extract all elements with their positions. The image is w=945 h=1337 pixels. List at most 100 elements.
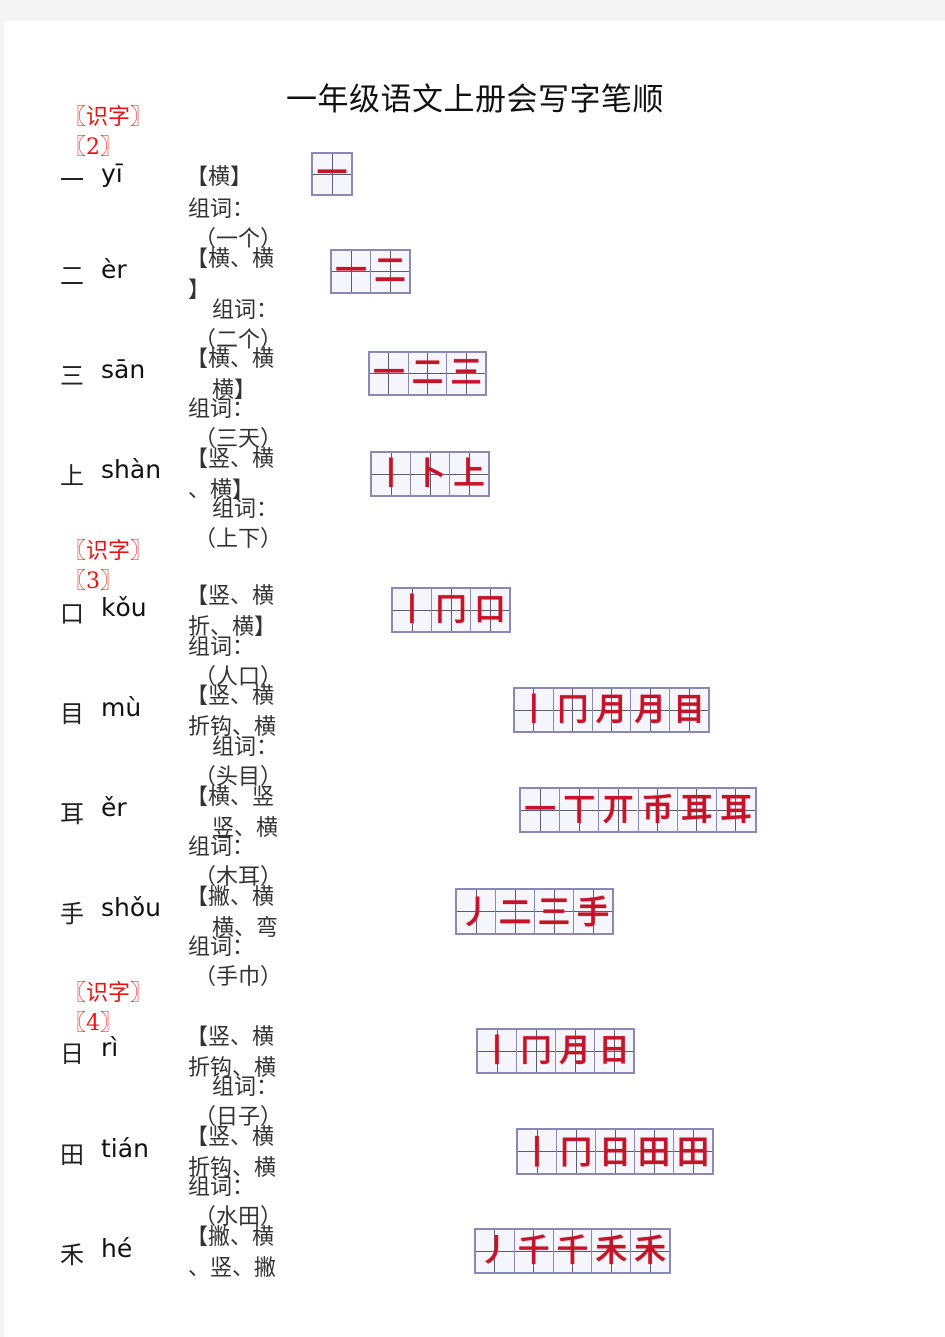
stroke-step-cell: 丿 [476,1230,515,1272]
stroke-step-glyph: 千 [556,1232,588,1269]
stroke-step-glyph: 冂 [559,1132,592,1171]
stroke-step-glyph: 耳 [681,791,713,828]
stroke-step-cell: 一 [521,789,561,831]
stroke-step-cell: 一 [332,251,371,292]
stroke-order-grid: 丨冂日田田 [516,1128,714,1175]
stroke-step-cell: 三 [535,890,574,933]
words-label: 组词： [212,735,279,760]
stroke-step-glyph: 丨 [518,691,550,728]
stroke-step-glyph: 一 [524,791,556,828]
stroke-step-glyph: 田 [637,1132,670,1171]
character: 耳 [60,800,84,828]
words-label: 组词： [188,197,255,222]
stroke-step-glyph: 币 [642,791,674,828]
example-word: （手巾） [194,965,283,990]
stroke-names: 【竖、横 [186,447,275,472]
stroke-step-glyph: 冂 [520,1032,552,1069]
stroke-step-glyph: 上 [453,455,485,492]
character: 一 [60,166,84,194]
lesson-label: 〖识字〗 [64,105,153,130]
stroke-step-glyph: 一 [373,355,405,391]
stroke-step-glyph: 田 [676,1132,709,1171]
stroke-step-cell: 手 [574,890,612,933]
pinyin: shǒu [101,893,162,922]
stroke-step-cell: 禾 [631,1230,669,1272]
stroke-order-grid: 丨卜上 [370,451,490,497]
stroke-step-glyph: 丨 [396,591,428,628]
stroke-names: 【横、竖 [186,785,275,810]
pinyin: kǒu [101,593,147,622]
words-label: 组词： [212,497,279,522]
stroke-order-grid: 一丅丌币耳耳 [519,787,757,833]
words-label: 组词： [212,1075,279,1100]
stroke-step-cell: 田 [674,1130,712,1173]
stroke-step-glyph: 三 [537,892,570,931]
stroke-step-glyph: 日 [598,1032,630,1069]
character: 手 [60,900,84,928]
character: 禾 [60,1241,84,1269]
character: 三 [60,362,84,390]
stroke-step-cell: 千 [514,1230,554,1272]
stroke-step-glyph: 二 [374,253,406,289]
character: 日 [60,1040,84,1068]
stroke-names: 【撇、横 [186,1225,275,1250]
lesson-heading: 〖识字〗 〖4〗 [64,979,152,1039]
stroke-step-glyph: 卜 [414,455,446,492]
stroke-step-glyph: 目 [673,691,705,728]
pinyin: ěr [101,793,127,822]
words-label: 组词： [188,397,255,422]
stroke-step-cell: 口 [471,589,509,631]
stroke-order-grid: 丨冂月日 [476,1028,635,1074]
stroke-step-cell: 二 [496,890,535,933]
stroke-step-cell: 丨 [372,453,411,495]
stroke-step-cell: 卜 [411,453,450,495]
character: 目 [60,700,84,728]
stroke-step-glyph: 耳 [720,791,752,828]
stroke-step-glyph: 丨 [375,455,407,492]
stroke-step-cell: 三 [447,353,486,394]
stroke-step-cell: 丨 [478,1030,517,1072]
stroke-order-grid: 丿二三手 [455,888,614,935]
pinyin: rì [101,1033,119,1062]
character: 二 [60,262,84,290]
lesson-heading: 〖识字〗 〖3〗 [64,537,152,597]
pinyin: tián [101,1134,149,1163]
stroke-step-glyph: 禾 [634,1232,666,1269]
stroke-step-glyph: 丿 [479,1232,511,1269]
stroke-step-glyph: 丿 [459,892,492,931]
stroke-step-glyph: 丨 [481,1032,513,1069]
stroke-step-cell: 冂 [553,689,593,731]
stroke-names: 【横、横 [186,247,275,272]
stroke-step-glyph: 冂 [435,591,467,628]
stroke-step-cell: 冂 [432,589,471,631]
lesson-heading: 〖识字〗 〖2〗 [64,103,152,163]
stroke-step-cell: 日 [595,1030,633,1072]
character: 田 [60,1141,84,1169]
stroke-names: 【竖、横 [186,584,275,609]
words-label: 组词： [188,635,255,660]
stroke-step-cell: 一 [370,353,409,394]
stroke-step-cell: 冂 [517,1030,556,1072]
stroke-step-cell: 一 [313,154,351,194]
stroke-step-cell: 二 [371,251,409,292]
stroke-step-cell: 冂 [557,1130,596,1173]
stroke-step-glyph: 一 [335,253,367,289]
stroke-step-glyph: 月 [634,691,666,728]
stroke-step-glyph: 手 [576,892,609,931]
stroke-step-glyph: 丨 [520,1132,553,1171]
stroke-step-cell: 丿 [457,890,496,933]
stroke-step-cell: 千 [553,1230,593,1272]
stroke-order-grid: 一二三 [368,351,487,396]
stroke-step-cell: 丨 [393,589,432,631]
example-word: （上下） [194,527,283,552]
lesson-label: 〖识字〗 [64,539,153,564]
stroke-step-glyph: 丅 [563,791,595,828]
stroke-step-cell: 耳 [716,789,756,831]
stroke-step-cell: 币 [638,789,678,831]
stroke-step-cell: 丨 [515,689,554,731]
lesson-label: 〖识字〗 [64,981,153,1006]
pinyin: sān [101,355,146,384]
stroke-step-cell: 丨 [518,1130,557,1173]
stroke-step-cell: 目 [670,689,708,731]
stroke-step-glyph: 冂 [557,691,589,728]
